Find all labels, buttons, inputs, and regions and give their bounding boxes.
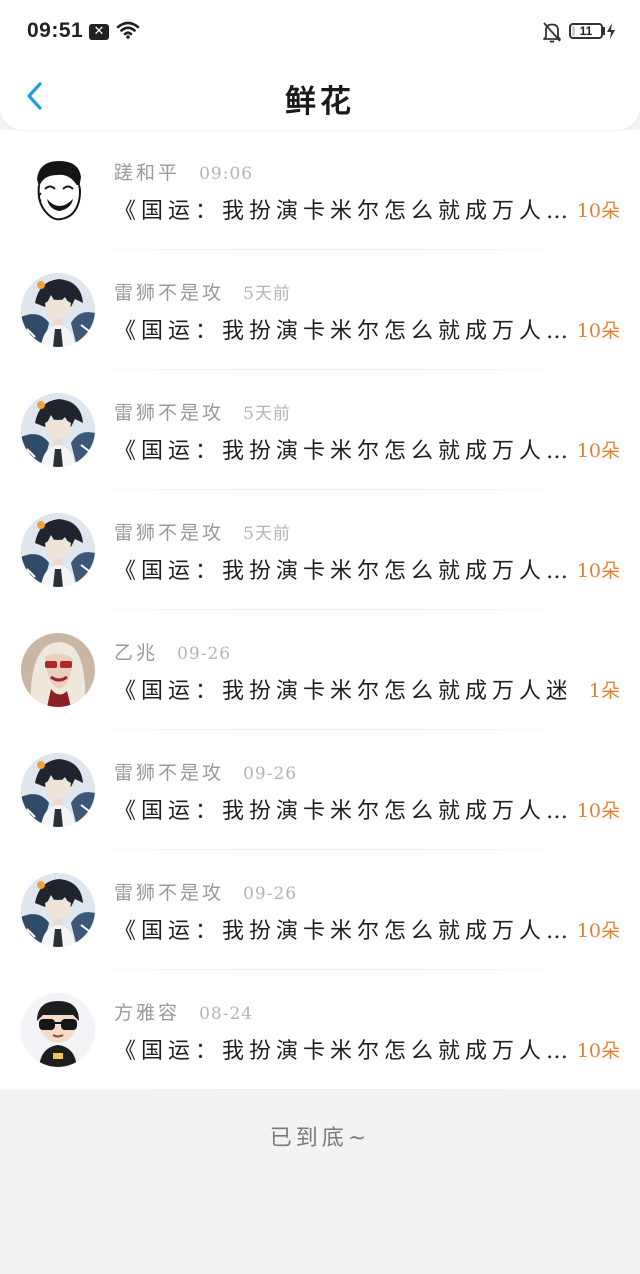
username[interactable]: 乙兆 <box>114 642 158 664</box>
username[interactable]: 雷狮不是攻 <box>114 762 224 784</box>
timestamp: 08-24 <box>199 1004 254 1024</box>
item-meta: 雷狮不是攻 09-26 <box>114 878 298 904</box>
list-item[interactable]: 雷狮不是攻 5天前 《国运：我扮演卡米尔怎么就成万人… 10朵 <box>0 250 640 370</box>
item-meta: 方雅容 08-24 <box>114 998 254 1024</box>
anime-boy-avatar <box>21 273 95 347</box>
anime-boy-avatar <box>21 393 95 467</box>
flower-count: 10朵 <box>576 1040 620 1062</box>
book-title[interactable]: 《国运：我扮演卡米尔怎么就成万人… <box>114 193 566 225</box>
list-item[interactable]: 雷狮不是攻 09-26 《国运：我扮演卡米尔怎么就成万人… 10朵 <box>0 850 640 970</box>
avatar[interactable] <box>21 153 95 227</box>
flower-count: 10朵 <box>576 200 620 222</box>
timestamp: 09:06 <box>199 164 254 184</box>
status-time: 09:51 <box>27 19 84 42</box>
item-meta: 雷狮不是攻 5天前 <box>114 398 291 424</box>
timestamp: 09-26 <box>243 764 298 784</box>
timestamp: 09-26 <box>177 644 232 664</box>
girl-photo-avatar <box>21 633 95 707</box>
charging-icon <box>607 23 615 39</box>
avatar[interactable] <box>21 993 95 1067</box>
battery-level: 11 <box>579 24 593 38</box>
list-item[interactable]: 乙兆 09-26 《国运：我扮演卡米尔怎么就成万人迷… 1朵 <box>0 610 640 730</box>
anime-boy-avatar <box>21 513 95 587</box>
avatar[interactable] <box>21 873 95 947</box>
username[interactable]: 雷狮不是攻 <box>114 882 224 904</box>
timestamp: 5天前 <box>243 404 291 424</box>
flower-count: 10朵 <box>576 800 620 822</box>
wifi-icon <box>116 21 140 39</box>
avatar[interactable] <box>21 513 95 587</box>
end-of-list-text: 已到底~ <box>269 1126 371 1151</box>
book-title[interactable]: 《国运：我扮演卡米尔怎么就成万人迷… <box>114 673 566 705</box>
item-meta: 乙兆 09-26 <box>114 638 232 664</box>
list-item[interactable]: 方雅容 08-24 《国运：我扮演卡米尔怎么就成万人… 10朵 <box>0 970 640 1090</box>
status-bar: 09:51 ✕ 11 <box>0 0 640 64</box>
username[interactable]: 雷狮不是攻 <box>114 402 224 424</box>
timestamp: 5天前 <box>243 284 291 304</box>
flower-gift-list: 蹉和平 09:06 《国运：我扮演卡米尔怎么就成万人… 10朵 雷狮不是攻 5天… <box>0 130 640 1090</box>
nav-bar: 鲜花 <box>0 64 640 128</box>
mute-bell-icon <box>543 22 561 43</box>
book-title[interactable]: 《国运：我扮演卡米尔怎么就成万人… <box>114 913 566 945</box>
list-item[interactable]: 雷狮不是攻 5天前 《国运：我扮演卡米尔怎么就成万人… 10朵 <box>0 370 640 490</box>
book-title[interactable]: 《国运：我扮演卡米尔怎么就成万人… <box>114 553 566 585</box>
username[interactable]: 方雅容 <box>114 1002 180 1024</box>
battery-indicator: 11 <box>569 23 603 39</box>
list-item[interactable]: 雷狮不是攻 5天前 《国运：我扮演卡米尔怎么就成万人… 10朵 <box>0 490 640 610</box>
avatar[interactable] <box>21 273 95 347</box>
timestamp: 09-26 <box>243 884 298 904</box>
flower-count: 10朵 <box>576 920 620 942</box>
item-meta: 雷狮不是攻 09-26 <box>114 758 298 784</box>
list-item[interactable]: 雷狮不是攻 09-26 《国运：我扮演卡米尔怎么就成万人… 10朵 <box>0 730 640 850</box>
avatar[interactable] <box>21 633 95 707</box>
flower-count: 10朵 <box>576 560 620 582</box>
book-title[interactable]: 《国运：我扮演卡米尔怎么就成万人… <box>114 1033 566 1065</box>
item-meta: 蹉和平 09:06 <box>114 158 254 184</box>
battery-cap <box>603 27 605 35</box>
book-title[interactable]: 《国运：我扮演卡米尔怎么就成万人… <box>114 433 566 465</box>
timestamp: 5天前 <box>243 524 291 544</box>
anime-boy-avatar <box>21 873 95 947</box>
divider <box>110 1089 545 1090</box>
username[interactable]: 蹉和平 <box>114 162 180 184</box>
anime-boy-avatar <box>21 753 95 827</box>
flower-count: 10朵 <box>576 440 620 462</box>
flower-count: 10朵 <box>576 320 620 342</box>
avatar[interactable] <box>21 393 95 467</box>
item-meta: 雷狮不是攻 5天前 <box>114 278 291 304</box>
close-box-icon: ✕ <box>89 24 109 40</box>
book-title[interactable]: 《国运：我扮演卡米尔怎么就成万人… <box>114 313 566 345</box>
flower-count: 1朵 <box>588 680 620 702</box>
page-title: 鲜花 <box>285 84 355 120</box>
list-footer: 已到底~ <box>0 1090 640 1274</box>
list-item[interactable]: 蹉和平 09:06 《国运：我扮演卡米尔怎么就成万人… 10朵 <box>0 130 640 250</box>
username[interactable]: 雷狮不是攻 <box>114 282 224 304</box>
book-title[interactable]: 《国运：我扮演卡米尔怎么就成万人… <box>114 793 566 825</box>
cartoon-sunglasses-avatar <box>21 993 95 1067</box>
username[interactable]: 雷狮不是攻 <box>114 522 224 544</box>
item-meta: 雷狮不是攻 5天前 <box>114 518 291 544</box>
top-bar: 09:51 ✕ 11 鲜花 <box>0 0 640 130</box>
meme-face-avatar <box>21 153 95 227</box>
avatar[interactable] <box>21 753 95 827</box>
